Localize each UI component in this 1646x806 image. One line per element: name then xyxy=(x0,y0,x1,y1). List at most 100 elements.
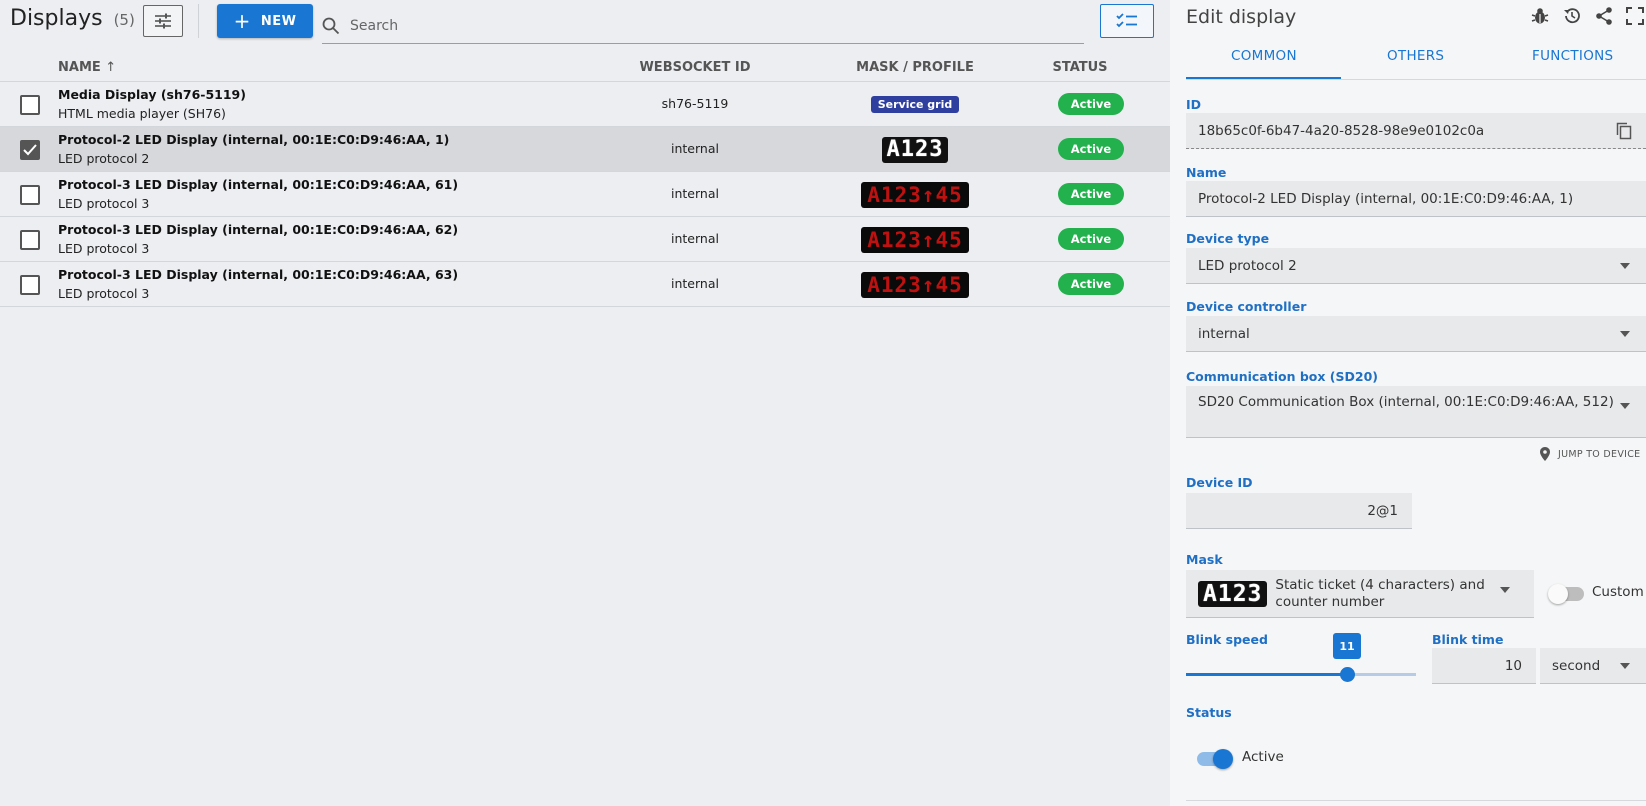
status-badge: Active xyxy=(1058,228,1124,250)
row-name: Protocol-3 LED Display (internal, 00:1E:… xyxy=(58,177,459,192)
row-checkbox[interactable] xyxy=(20,95,40,115)
device-type-label: Device type xyxy=(1186,231,1270,246)
id-label: ID xyxy=(1186,97,1202,112)
new-display-button[interactable]: + NEW xyxy=(217,4,313,38)
sort-up-icon: ↑ xyxy=(105,60,117,75)
table-row[interactable]: Protocol-2 LED Display (internal, 00:1E:… xyxy=(0,127,1170,172)
blink-speed-value: 11 xyxy=(1333,633,1361,659)
status-badge: Active xyxy=(1058,183,1124,205)
led-mask-preview: A123 xyxy=(881,136,949,163)
blink-speed-thumb[interactable] xyxy=(1339,667,1355,682)
table-row[interactable]: Protocol-3 LED Display (internal, 00:1E:… xyxy=(0,172,1170,217)
commbox-value: SD20 Communication Box (internal, 00:1E:… xyxy=(1198,394,1614,410)
table-row[interactable]: Protocol-3 LED Display (internal, 00:1E:… xyxy=(0,217,1170,262)
tab-functions[interactable]: FUNCTIONS xyxy=(1532,48,1613,64)
row-mask-cell: Service grid xyxy=(800,82,1030,127)
row-device-type: LED protocol 3 xyxy=(58,196,150,211)
blink-time-label: Blink time xyxy=(1432,632,1504,647)
row-name: Protocol-2 LED Display (internal, 00:1E:… xyxy=(58,132,450,147)
tab-common[interactable]: COMMON xyxy=(1231,48,1297,64)
status-toggle[interactable] xyxy=(1197,749,1233,769)
chevron-down-icon xyxy=(1620,662,1630,669)
checklist-icon xyxy=(1116,13,1137,28)
mask-badge: Service grid xyxy=(870,96,960,113)
row-mask-cell: A123↑45 xyxy=(800,217,1030,262)
status-badge: Active xyxy=(1058,273,1124,295)
blink-time-unit: second xyxy=(1552,657,1601,674)
row-websocket-id: sh76-5119 xyxy=(661,96,729,111)
device-controller-value: internal xyxy=(1198,325,1250,342)
name-value: Protocol-2 LED Display (internal, 00:1E:… xyxy=(1198,190,1574,207)
led-mask-preview: A123↑45 xyxy=(861,271,969,298)
copy-icon[interactable] xyxy=(1616,122,1632,140)
blink-time-input[interactable]: 10 xyxy=(1432,648,1536,684)
table-row[interactable]: Protocol-3 LED Display (internal, 00:1E:… xyxy=(0,262,1170,307)
row-device-type: LED protocol 2 xyxy=(58,151,150,166)
list-toolbar: Displays (5) + NEW xyxy=(0,0,1170,44)
device-id-input[interactable]: 2@1 xyxy=(1186,493,1412,529)
commbox-label: Communication box (SD20) xyxy=(1186,369,1378,384)
row-checkbox[interactable] xyxy=(20,185,40,205)
panel-divider xyxy=(1186,800,1646,801)
tab-others[interactable]: OTHERS xyxy=(1387,48,1444,64)
location-pin-icon xyxy=(1540,447,1550,461)
id-value: 18b65c0f-6b47-4a20-8528-98e9e0102c0a xyxy=(1198,122,1485,139)
toolbar-divider xyxy=(198,4,199,38)
device-id-value: 2@1 xyxy=(1367,502,1398,519)
status-value: Active xyxy=(1242,749,1284,765)
row-websocket-id: internal xyxy=(671,276,719,291)
row-name: Media Display (sh76-5119) xyxy=(58,87,246,102)
column-name-label: NAME xyxy=(58,60,101,75)
name-label: Name xyxy=(1186,165,1227,180)
mask-select[interactable]: A123 Static ticket (4 characters) and co… xyxy=(1186,570,1534,618)
bug-icon[interactable] xyxy=(1530,6,1550,26)
panel-title: Edit display xyxy=(1186,6,1297,28)
device-type-select[interactable]: LED protocol 2 xyxy=(1186,248,1646,284)
displays-count: (5) xyxy=(113,11,135,29)
fullscreen-icon[interactable] xyxy=(1626,7,1644,25)
device-controller-select[interactable]: internal xyxy=(1186,316,1646,352)
filter-button[interactable] xyxy=(143,5,183,37)
column-header-status[interactable]: STATUS xyxy=(1030,60,1130,75)
panel-tabs: COMMON OTHERS FUNCTIONS xyxy=(1186,40,1646,80)
column-header-websocket[interactable]: WEBSOCKET ID xyxy=(580,60,810,75)
blink-speed-fill xyxy=(1186,673,1347,676)
search-input[interactable] xyxy=(350,17,1050,34)
row-device-type: LED protocol 3 xyxy=(58,286,150,301)
column-header-mask[interactable]: MASK / PROFILE xyxy=(800,60,1030,75)
led-mask-preview: A123↑45 xyxy=(861,226,969,253)
mask-preview: A123 xyxy=(1198,580,1268,607)
page-title-text: Displays xyxy=(10,6,103,31)
displays-list-pane: Displays (5) + NEW Search NAME ↑ WEBSOCK… xyxy=(0,0,1170,806)
page-title: Displays (5) xyxy=(10,6,135,31)
commbox-select[interactable]: SD20 Communication Box (internal, 00:1E:… xyxy=(1186,386,1646,438)
blink-speed-label: Blink speed xyxy=(1186,632,1268,647)
name-input[interactable]: Protocol-2 LED Display (internal, 00:1E:… xyxy=(1186,181,1646,217)
blink-time-unit-select[interactable]: second xyxy=(1540,648,1646,684)
history-icon[interactable] xyxy=(1562,6,1582,26)
search-bar xyxy=(322,8,1084,44)
custom-toggle-knob xyxy=(1548,584,1568,604)
led-mask-preview: A123↑45 xyxy=(861,181,969,208)
row-checkbox[interactable] xyxy=(20,275,40,295)
panel-actions xyxy=(1530,6,1644,26)
chevron-down-icon xyxy=(1620,262,1630,269)
row-name: Protocol-3 LED Display (internal, 00:1E:… xyxy=(58,222,459,237)
jump-to-device-link[interactable]: JUMP TO DEVICE xyxy=(1540,447,1640,461)
row-mask-cell: A123↑45 xyxy=(800,262,1030,307)
chevron-down-icon xyxy=(1620,403,1630,409)
plus-icon: + xyxy=(233,9,251,33)
row-checkbox[interactable] xyxy=(20,230,40,250)
device-controller-label: Device controller xyxy=(1186,299,1307,314)
share-icon[interactable] xyxy=(1594,6,1614,26)
status-toggle-knob xyxy=(1213,749,1233,769)
bulk-select-button[interactable] xyxy=(1100,4,1154,38)
table-row[interactable]: Media Display (sh76-5119) HTML media play… xyxy=(0,82,1170,127)
column-header-name[interactable]: NAME ↑ xyxy=(58,60,116,75)
custom-toggle[interactable] xyxy=(1548,584,1584,604)
mask-label: Mask xyxy=(1186,552,1223,567)
device-id-label: Device ID xyxy=(1186,475,1253,490)
row-checkbox[interactable] xyxy=(20,140,40,160)
custom-label: Custom xyxy=(1592,584,1644,600)
search-icon xyxy=(322,17,340,34)
